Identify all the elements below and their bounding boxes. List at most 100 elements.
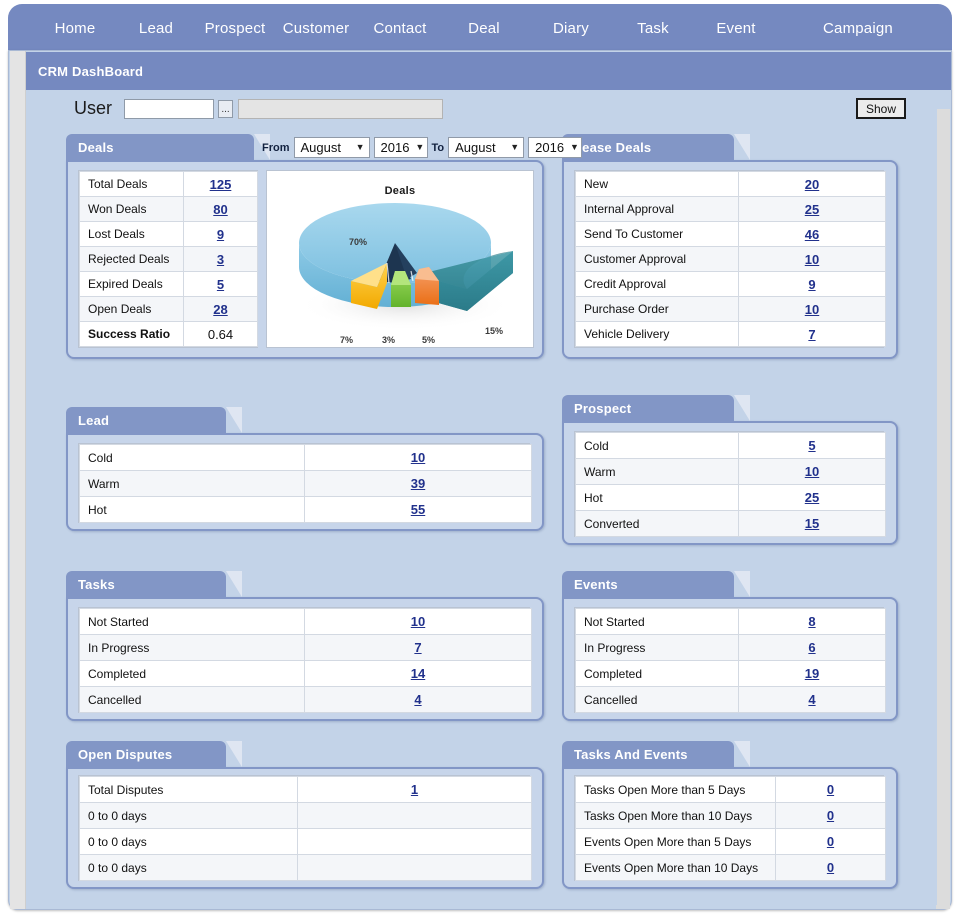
user-lookup-button[interactable]: ... — [218, 100, 233, 118]
row-value-link[interactable]: 19 — [805, 666, 819, 681]
row-value-link[interactable]: 55 — [411, 502, 425, 517]
nav-item-contact[interactable]: Contact — [360, 16, 440, 41]
nav-item-lead[interactable]: Lead — [120, 16, 192, 41]
nav-item-event[interactable]: Event — [700, 16, 772, 41]
nav-item-campaign[interactable]: Campaign — [808, 16, 908, 41]
row-value-link[interactable]: 0 — [827, 782, 834, 797]
row-value-link[interactable]: 4 — [414, 692, 421, 707]
row-value-link[interactable]: 10 — [805, 464, 819, 479]
table-row: Hot 25 — [575, 484, 886, 511]
show-button[interactable]: Show — [856, 98, 906, 119]
row-value-link[interactable]: 10 — [411, 614, 425, 629]
row-value[interactable]: 0 — [775, 802, 886, 829]
row-value[interactable]: 5 — [183, 271, 258, 297]
row-value-link[interactable]: 8 — [808, 614, 815, 629]
row-value[interactable]: 25 — [738, 484, 886, 511]
panel-open-disputes-title: Open Disputes — [66, 741, 226, 767]
row-value[interactable]: 10 — [304, 444, 532, 471]
row-value-link[interactable]: 39 — [411, 476, 425, 491]
row-value-link[interactable]: 46 — [805, 227, 819, 242]
panel-tasks-and-events-tab-corner — [734, 741, 750, 767]
row-value-link[interactable]: 0 — [827, 860, 834, 875]
row-value[interactable]: 125 — [183, 171, 258, 197]
row-value[interactable]: 10 — [738, 246, 886, 272]
row-value-link[interactable]: 7 — [808, 327, 815, 342]
row-value[interactable]: 0 — [775, 828, 886, 855]
from-year-select[interactable]: 2016 ▼ — [373, 137, 428, 158]
row-value[interactable]: 9 — [183, 221, 258, 247]
row-value-link[interactable]: 15 — [805, 516, 819, 531]
table-row: Completed 14 — [79, 660, 532, 687]
panel-events: Events Not Started 8 In Progress 6 Completed… — [562, 571, 898, 721]
nav-item-home[interactable]: Home — [30, 16, 120, 41]
row-value[interactable]: 3 — [183, 246, 258, 272]
row-value-link[interactable]: 10 — [411, 450, 425, 465]
nav-item-deal[interactable]: Deal — [448, 16, 520, 41]
row-label: Tasks Open More than 5 Days — [575, 776, 776, 803]
row-value[interactable]: 4 — [738, 686, 886, 713]
row-value[interactable]: 20 — [738, 171, 886, 197]
row-value[interactable]: 7 — [738, 321, 886, 347]
row-label: Not Started — [79, 608, 305, 635]
row-value[interactable]: 25 — [738, 196, 886, 222]
row-value-link[interactable]: 0 — [827, 834, 834, 849]
nav-item-diary[interactable]: Diary — [536, 16, 606, 41]
row-value[interactable]: 8 — [738, 608, 886, 635]
row-value[interactable]: 28 — [183, 296, 258, 322]
row-value-link[interactable]: 80 — [213, 202, 227, 217]
panel-prospect-tab-corner — [734, 395, 750, 421]
row-value[interactable]: 15 — [738, 510, 886, 537]
panel-lease-deals: Lease Deals New 20 Internal Approval 25 Send… — [562, 134, 898, 359]
row-label: Customer Approval — [575, 246, 739, 272]
row-value-link[interactable]: 5 — [808, 438, 815, 453]
nav-item-task[interactable]: Task — [618, 16, 688, 41]
row-value[interactable]: 4 — [304, 686, 532, 713]
row-value-link[interactable]: 25 — [805, 490, 819, 505]
row-value-link[interactable]: 28 — [213, 302, 227, 317]
user-input[interactable] — [124, 99, 214, 119]
row-value[interactable]: 0 — [775, 854, 886, 881]
nav-item-prospect[interactable]: Prospect — [192, 16, 278, 41]
panel-open-disputes-tab-corner — [226, 741, 242, 767]
row-value[interactable]: 9 — [738, 271, 886, 297]
row-value-link[interactable]: 9 — [217, 227, 224, 242]
pie-label-open: 15% — [485, 326, 504, 336]
row-value[interactable]: 5 — [738, 432, 886, 459]
pie-label-lost: 7% — [340, 335, 354, 345]
row-value-link[interactable]: 0 — [827, 808, 834, 823]
row-label: 0 to 0 days — [79, 802, 298, 829]
row-value[interactable]: 10 — [738, 296, 886, 322]
row-value[interactable]: 7 — [304, 634, 532, 661]
row-value[interactable]: 10 — [304, 608, 532, 635]
nav-item-customer[interactable]: Customer — [273, 16, 359, 41]
row-value[interactable]: 46 — [738, 221, 886, 247]
row-value-link[interactable]: 7 — [414, 640, 421, 655]
to-year-select[interactable]: 2016 ▼ — [528, 137, 583, 158]
row-value-link[interactable]: 5 — [217, 277, 224, 292]
row-value[interactable]: 6 — [738, 634, 886, 661]
row-value[interactable]: 39 — [304, 470, 532, 497]
row-value[interactable]: 14 — [304, 660, 532, 687]
user-name-display[interactable] — [238, 99, 443, 119]
row-value-link[interactable]: 20 — [805, 177, 819, 192]
row-value[interactable]: 1 — [297, 776, 532, 803]
row-value-link[interactable]: 3 — [217, 252, 224, 267]
row-value-link[interactable]: 9 — [808, 277, 815, 292]
row-value-link[interactable]: 25 — [805, 202, 819, 217]
row-value-link[interactable]: 14 — [411, 666, 425, 681]
row-value-link[interactable]: 10 — [805, 302, 819, 317]
row-value-link[interactable]: 125 — [210, 177, 232, 192]
prospect-table: Cold 5 Warm 10 Hot 25 Converted 15 — [575, 432, 886, 537]
row-value[interactable]: 19 — [738, 660, 886, 687]
row-value-link[interactable]: 10 — [805, 252, 819, 267]
row-value[interactable]: 55 — [304, 496, 532, 523]
row-value[interactable]: 0 — [775, 776, 886, 803]
from-month-select[interactable]: August ▼ — [293, 137, 370, 158]
row-value-link[interactable]: 6 — [808, 640, 815, 655]
to-month-select[interactable]: August ▼ — [448, 137, 525, 158]
row-value-link[interactable]: 4 — [808, 692, 815, 707]
chevron-down-icon: ▼ — [355, 142, 365, 152]
row-value[interactable]: 10 — [738, 458, 886, 485]
row-value-link[interactable]: 1 — [411, 782, 418, 797]
row-value[interactable]: 80 — [183, 196, 258, 222]
